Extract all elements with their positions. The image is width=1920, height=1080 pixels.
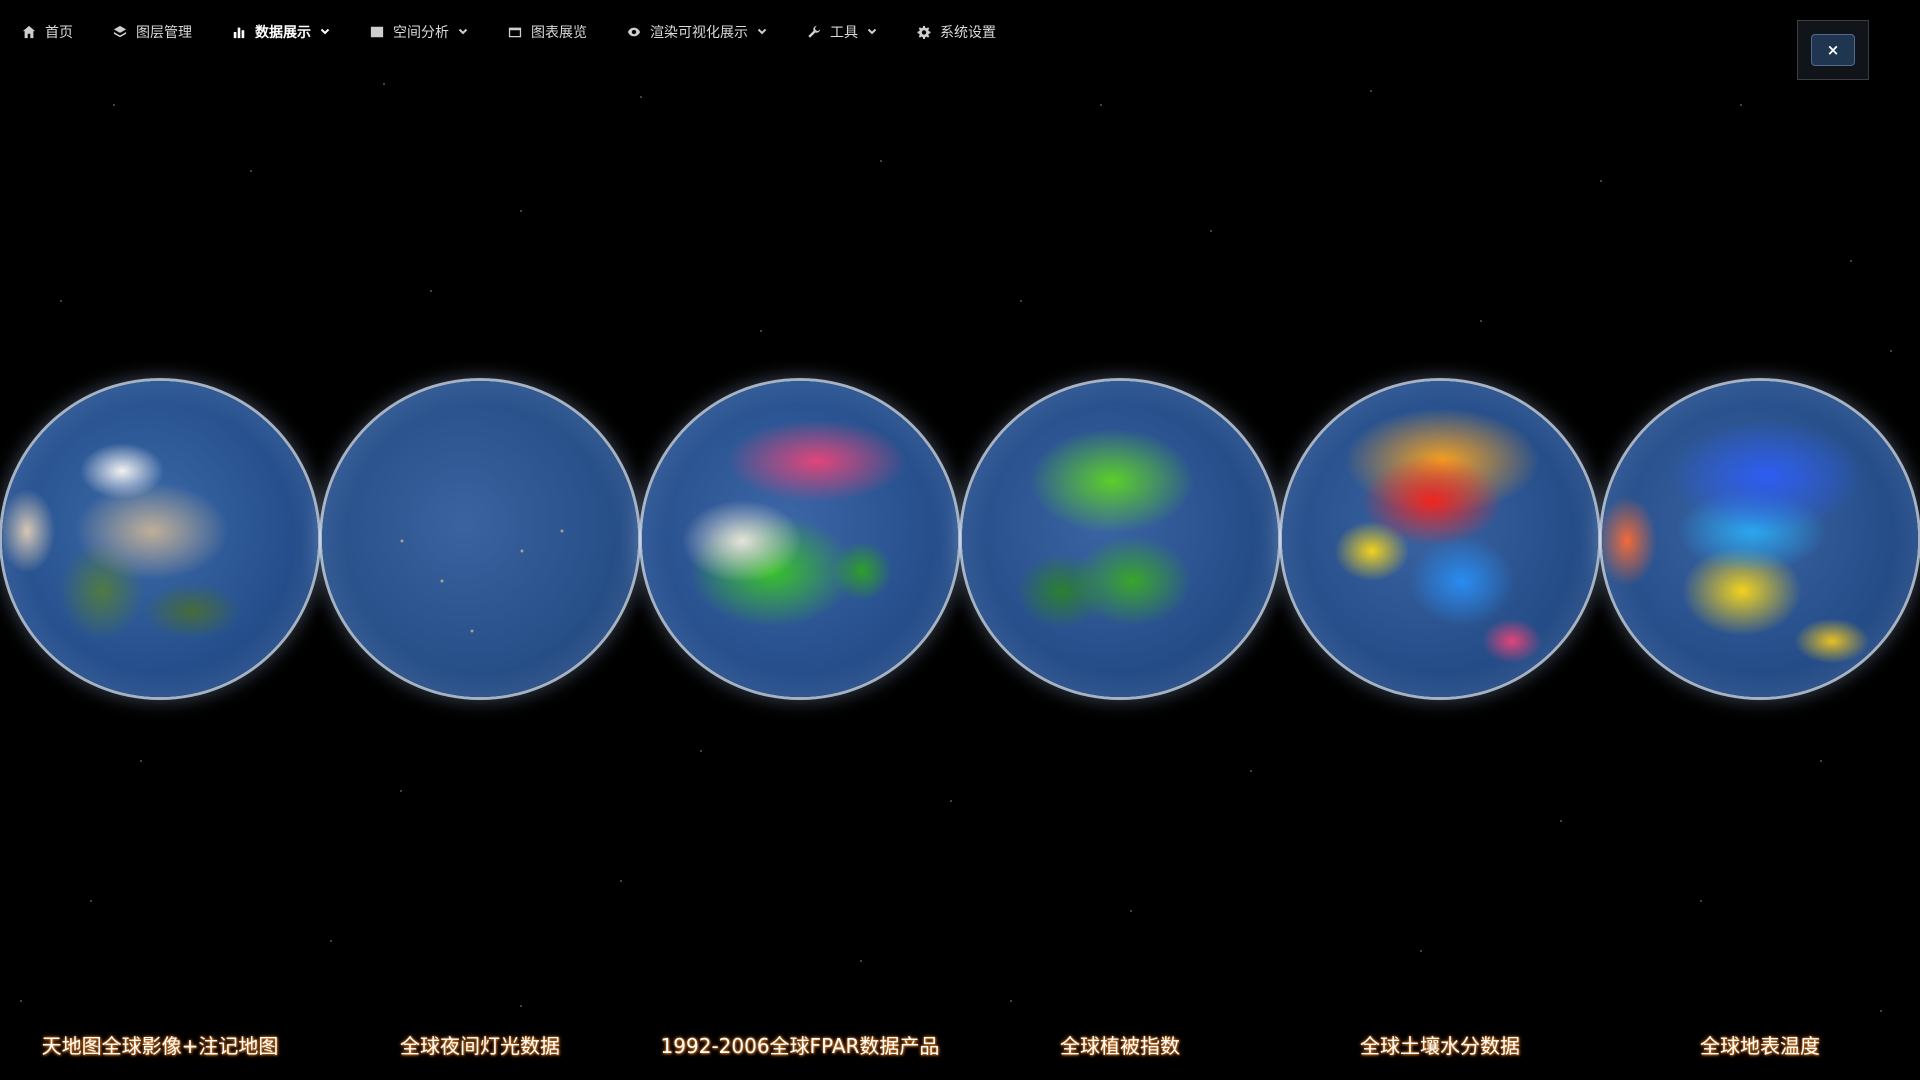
nav-item-home[interactable]: 首页 (22, 22, 73, 42)
globe-vegetation-index[interactable] (962, 381, 1278, 697)
globe-label[interactable]: 1992-2006全球FPAR数据产品 (640, 1030, 960, 1059)
window-icon (508, 25, 522, 39)
nav-item-label: 图表展览 (531, 25, 587, 41)
globe-fpar[interactable] (642, 381, 958, 697)
top-navigation: 首页 图层管理 数据展示 空间分析 图表展览 渲染可视化展示 工具 系统设置 (0, 0, 1122, 64)
nav-item-chart-gallery[interactable]: 图表展览 (508, 22, 587, 42)
gear-icon (917, 25, 931, 39)
nav-item-label: 空间分析 (393, 25, 449, 41)
eye-icon (627, 25, 641, 39)
nav-item-label: 工具 (830, 25, 858, 41)
globe-surface-temperature[interactable] (1602, 381, 1918, 697)
globe-night-lights[interactable] (322, 381, 638, 697)
close-panel: × (1797, 20, 1869, 80)
nav-item-layer-management[interactable]: 图层管理 (113, 22, 192, 42)
nav-item-label: 数据展示 (255, 25, 311, 41)
globe-label[interactable]: 全球地表温度 (1600, 1030, 1920, 1059)
close-button[interactable]: × (1811, 34, 1855, 66)
nav-item-data-display[interactable]: 数据展示 (232, 22, 330, 42)
nav-item-render-visualization[interactable]: 渲染可视化展示 (627, 22, 767, 42)
home-icon (22, 25, 36, 39)
map-analysis-icon (370, 25, 384, 39)
chevron-down-icon (757, 24, 767, 40)
nav-item-tools[interactable]: 工具 (807, 22, 877, 42)
globe-label[interactable]: 天地图全球影像+注记地图 (0, 1030, 320, 1059)
chevron-down-icon (458, 24, 468, 40)
bar-chart-icon (232, 25, 246, 39)
globe-label[interactable]: 全球土壤水分数据 (1280, 1030, 1600, 1059)
chevron-down-icon (320, 24, 330, 40)
chevron-down-icon (867, 24, 877, 40)
globe-label[interactable]: 全球夜间灯光数据 (320, 1030, 640, 1059)
nav-item-label: 图层管理 (136, 25, 192, 41)
nav-item-spatial-analysis[interactable]: 空间分析 (370, 22, 468, 42)
nav-item-system-settings[interactable]: 系统设置 (917, 22, 996, 42)
nav-item-label: 系统设置 (940, 25, 996, 41)
nav-item-label: 渲染可视化展示 (650, 25, 748, 41)
globe-label[interactable]: 全球植被指数 (960, 1030, 1280, 1059)
globe-soil-moisture[interactable] (1282, 381, 1598, 697)
globe-tianditu-imagery[interactable] (2, 381, 318, 697)
layers-icon (113, 25, 127, 39)
wrench-icon (807, 25, 821, 39)
nav-item-label: 首页 (45, 25, 73, 41)
